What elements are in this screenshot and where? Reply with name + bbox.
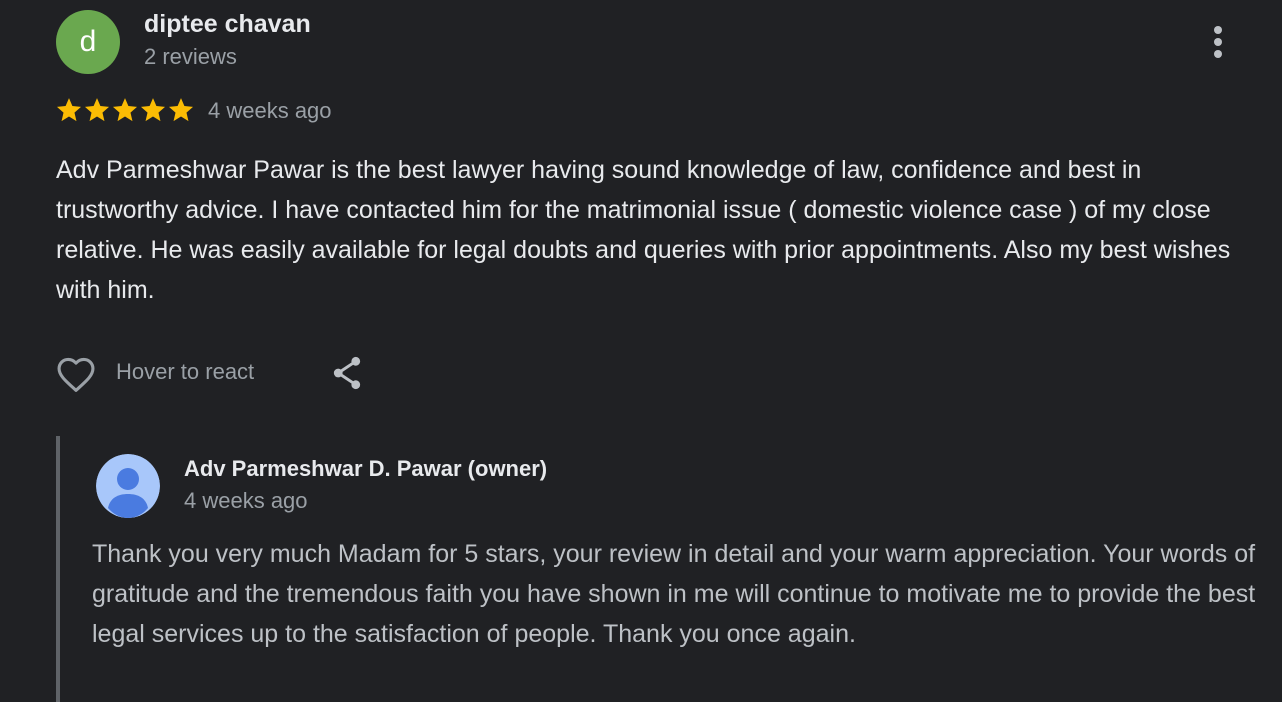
owner-response-text: Thank you very much Madam for 5 stars, y…	[92, 540, 1256, 648]
review-card: d diptee chavan 2 reviews 4 weeks ago Ad…	[0, 0, 1282, 702]
star-icon	[140, 98, 166, 122]
review-text: Adv Parmeshwar Pawar is the best lawyer …	[56, 156, 1231, 304]
star-icon	[168, 98, 194, 122]
person-icon	[96, 454, 160, 518]
reviewer-name[interactable]: diptee chavan	[144, 10, 311, 39]
star-icon	[112, 98, 138, 122]
owner-name: Adv Parmeshwar D. Pawar (owner)	[184, 456, 548, 481]
owner-response: Adv Parmeshwar D. Pawar (owner) 4 weeks …	[56, 436, 1260, 702]
share-button[interactable]	[326, 352, 368, 394]
star-icon	[84, 98, 110, 122]
reviewer-review-count: 2 reviews	[144, 44, 237, 69]
star-rating	[55, 96, 195, 124]
heart-outline-icon	[57, 357, 95, 392]
hover-to-react-label: Hover to react	[116, 359, 255, 384]
more-vert-icon	[1214, 26, 1222, 58]
reviewer-initial: d	[79, 25, 97, 58]
review-time: 4 weeks ago	[208, 98, 332, 123]
more-options-button[interactable]	[1203, 22, 1233, 62]
owner-avatar[interactable]	[96, 454, 160, 518]
owner-response-time: 4 weeks ago	[184, 488, 308, 513]
react-button[interactable]	[54, 354, 98, 394]
share-icon	[333, 356, 361, 390]
reviewer-avatar[interactable]: d	[56, 10, 120, 74]
star-icon	[56, 98, 82, 122]
